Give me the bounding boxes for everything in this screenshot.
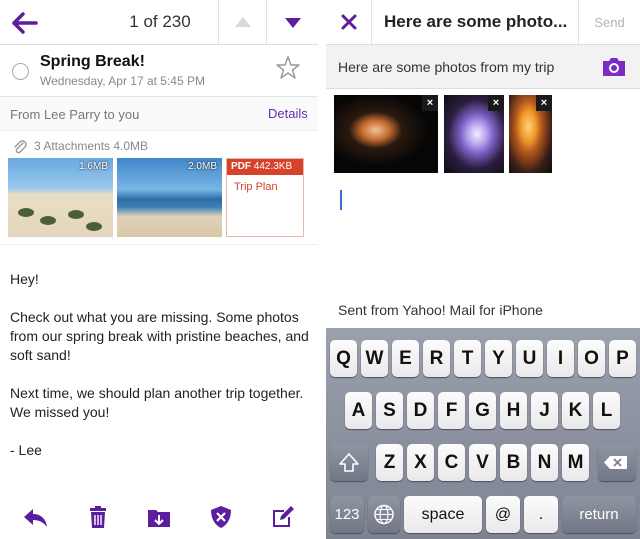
key-d[interactable]: D <box>407 392 434 429</box>
close-button[interactable] <box>326 0 372 45</box>
key-q[interactable]: Q <box>330 340 357 377</box>
message-counter: 1 of 230 <box>129 12 191 31</box>
attachment-thumbnail-ocean[interactable]: 2.0MB <box>117 158 222 237</box>
pdf-size: 442.3KB <box>253 161 293 172</box>
body-paragraph: Check out what you are missing. Some pho… <box>10 309 309 363</box>
spam-shield-icon[interactable] <box>207 503 235 531</box>
remove-photo-button[interactable]: × <box>488 95 504 111</box>
shift-icon <box>339 453 359 472</box>
remove-photo-button[interactable]: × <box>422 95 438 111</box>
trash-icon[interactable] <box>84 503 112 531</box>
next-message-button[interactable] <box>266 0 318 45</box>
key-p[interactable]: P <box>609 340 636 377</box>
key-s[interactable]: S <box>376 392 403 429</box>
attachment-thumbnail-beach[interactable]: 1.6MB <box>8 158 113 237</box>
attachment-size: 1.6MB <box>79 161 108 172</box>
reply-icon[interactable] <box>22 503 50 531</box>
key-g[interactable]: G <box>469 392 496 429</box>
pdf-filename: Trip Plan <box>234 181 278 193</box>
key-e[interactable]: E <box>392 340 419 377</box>
beach-chair-shape <box>86 222 102 231</box>
compose-view: Here are some photo... Send Here are som… <box>326 0 640 539</box>
attachments-summary: 3 Attachments 4.0MB <box>34 139 149 153</box>
attachments-section: 3 Attachments 4.0MB 1.6MB 2.0MB PDF 442.… <box>0 131 318 245</box>
attachment-size: 2.0MB <box>188 161 217 172</box>
subject-row: Spring Break! Wednesday, Apr 17 at 5:45 … <box>0 45 318 97</box>
attached-photo-jellyfish[interactable]: × <box>334 95 438 173</box>
key-w[interactable]: W <box>361 340 388 377</box>
body-paragraph: Next time, we should plan another trip t… <box>10 385 304 420</box>
pdf-header: PDF 442.3KB <box>227 159 303 175</box>
globe-icon <box>374 504 394 525</box>
chevron-down-icon <box>285 18 301 28</box>
globe-key[interactable] <box>368 496 400 533</box>
return-key[interactable]: return <box>562 496 636 533</box>
subject-field[interactable]: Here are some photos from my trip <box>326 45 640 89</box>
chevron-up-icon <box>235 17 251 27</box>
key-b[interactable]: B <box>500 444 527 481</box>
dot-key[interactable]: . <box>524 496 558 533</box>
key-v[interactable]: V <box>469 444 496 481</box>
key-h[interactable]: H <box>500 392 527 429</box>
pdf-type-label: PDF <box>231 161 251 172</box>
message-body: Hey! Check out what you are missing. Som… <box>10 270 310 479</box>
key-m[interactable]: M <box>562 444 589 481</box>
beach-chair-shape <box>18 208 34 217</box>
compose-icon[interactable] <box>269 503 297 531</box>
key-n[interactable]: N <box>531 444 558 481</box>
key-r[interactable]: R <box>423 340 450 377</box>
body-paragraph: - Lee <box>10 442 42 458</box>
compose-title: Here are some photo... <box>384 12 568 31</box>
message-view: 1 of 230 Spring Break! Wednesday, Apr 17… <box>0 0 318 539</box>
numbers-key[interactable]: 123 <box>330 496 364 533</box>
beach-chair-shape <box>40 216 56 225</box>
attached-photo-jellyfish[interactable]: × <box>444 95 504 173</box>
attachment-pdf[interactable]: PDF 442.3KB Trip Plan <box>226 158 304 237</box>
compose-header-bar: Here are some photo... Send <box>326 0 640 45</box>
beach-chair-shape <box>68 210 84 219</box>
paperclip-icon <box>12 139 28 155</box>
key-f[interactable]: F <box>438 392 465 429</box>
message-header-bar: 1 of 230 <box>0 0 318 45</box>
move-folder-icon[interactable] <box>145 503 173 531</box>
star-icon[interactable] <box>275 55 301 81</box>
remove-photo-button[interactable]: × <box>536 95 552 111</box>
onscreen-keyboard: Q W E R T Y U I O P A S D F G H J K L Z … <box>326 328 640 539</box>
camera-icon[interactable] <box>600 55 628 79</box>
key-z[interactable]: Z <box>376 444 403 481</box>
backspace-key[interactable] <box>598 444 636 481</box>
key-i[interactable]: I <box>547 340 574 377</box>
key-l[interactable]: L <box>593 392 620 429</box>
key-y[interactable]: Y <box>485 340 512 377</box>
key-x[interactable]: X <box>407 444 434 481</box>
space-key[interactable]: space <box>404 496 482 533</box>
from-line: From Lee Parry to you <box>10 107 140 122</box>
subject-text: Here are some photos from my trip <box>338 59 555 75</box>
send-button[interactable]: Send <box>578 0 640 45</box>
previous-message-button[interactable] <box>218 0 266 45</box>
text-cursor[interactable] <box>340 190 342 210</box>
key-j[interactable]: J <box>531 392 558 429</box>
message-toolbar <box>0 495 318 539</box>
key-c[interactable]: C <box>438 444 465 481</box>
key-k[interactable]: K <box>562 392 589 429</box>
key-u[interactable]: U <box>516 340 543 377</box>
backspace-icon <box>604 456 627 469</box>
message-date: Wednesday, Apr 17 at 5:45 PM <box>40 74 205 88</box>
close-icon <box>341 14 357 30</box>
body-paragraph: Hey! <box>10 271 39 287</box>
read-status-toggle[interactable] <box>12 63 29 80</box>
key-t[interactable]: T <box>454 340 481 377</box>
message-subject: Spring Break! <box>40 53 145 70</box>
key-o[interactable]: O <box>578 340 605 377</box>
at-key[interactable]: @ <box>486 496 520 533</box>
shift-key[interactable] <box>330 444 368 481</box>
sender-row: From Lee Parry to you Details <box>0 97 318 131</box>
attached-photo-jellyfish[interactable]: × <box>509 95 552 173</box>
details-link[interactable]: Details <box>268 106 308 121</box>
key-a[interactable]: A <box>345 392 372 429</box>
back-arrow-icon[interactable] <box>10 8 40 38</box>
email-signature: Sent from Yahoo! Mail for iPhone <box>338 302 543 318</box>
